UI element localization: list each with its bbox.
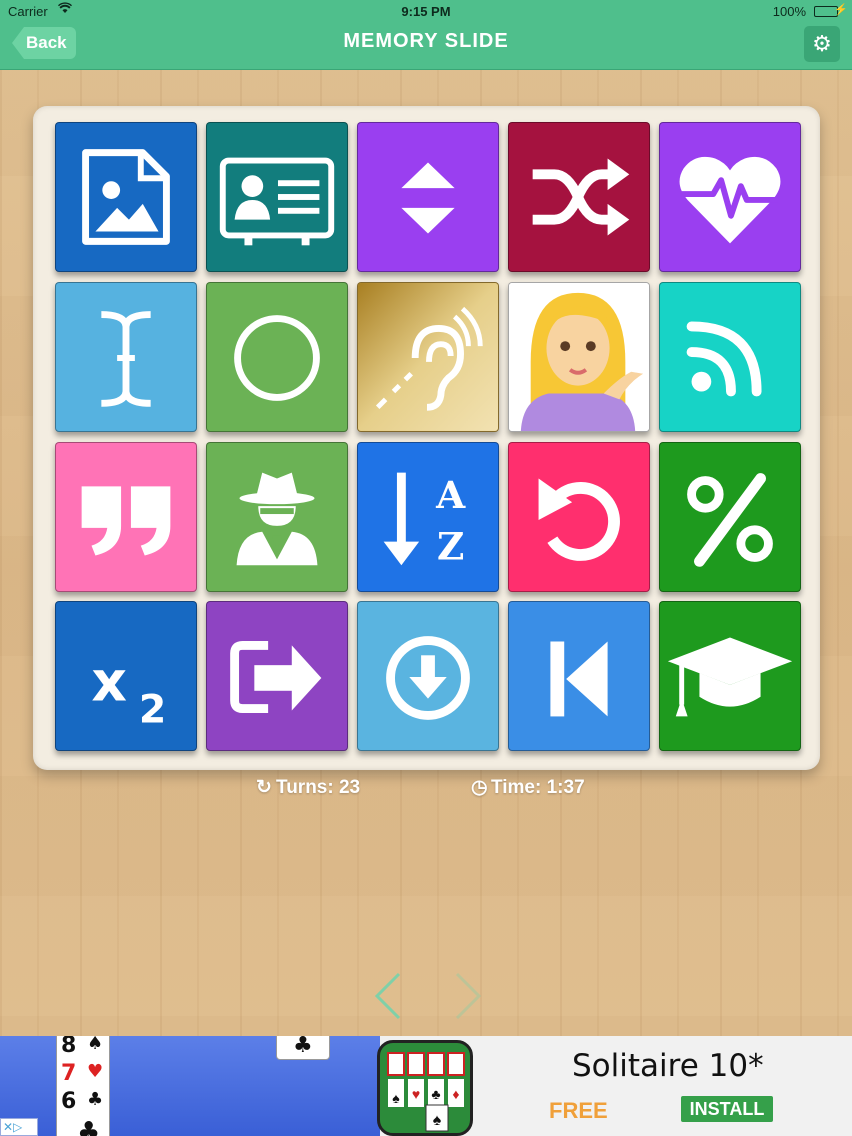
tile-sort-alpha[interactable]: A Z: [357, 442, 499, 592]
tile-deaf[interactable]: [357, 282, 499, 432]
graduation-cap-icon: [667, 637, 793, 717]
svg-text:♠: ♠: [433, 1112, 442, 1129]
turns-counter: ↻ Turns: 23: [256, 776, 360, 799]
ad-price: FREE: [549, 1098, 608, 1123]
chevron-left-icon[interactable]: [373, 970, 403, 1022]
clock: 9:15 PM: [401, 4, 451, 19]
page-title: MEMORY SLIDE: [343, 30, 509, 52]
timer: ◷ Time: 1:37: [471, 776, 585, 799]
time-label: Time: 1:37: [491, 777, 585, 798]
quote-right-icon: [81, 486, 171, 556]
text-cursor-icon: [101, 311, 151, 407]
settings-button[interactable]: ⚙: [804, 26, 840, 62]
sort-alpha-down-icon: A Z: [383, 472, 466, 568]
tile-rss[interactable]: [659, 282, 801, 432]
ad-choices-icon[interactable]: ✕▷: [0, 1118, 38, 1136]
undo-icon: [538, 478, 620, 561]
status-bar: Carrier 9:15 PM 100% ⚡: [0, 0, 852, 22]
svg-text:♠: ♠: [392, 1090, 400, 1106]
install-button[interactable]: INSTALL: [681, 1096, 773, 1122]
svg-text:♥: ♥: [412, 1086, 420, 1102]
rss-icon: [686, 321, 762, 397]
tile-download[interactable]: [357, 601, 499, 751]
file-image-icon: [82, 149, 170, 245]
game-board: A Z x 2: [33, 106, 820, 770]
turns-label: Turns: 23: [276, 777, 361, 798]
circle-icon: [234, 315, 320, 401]
tile-step-backward[interactable]: [508, 601, 650, 751]
tile-sign-out[interactable]: [206, 601, 348, 751]
card-rank-7: 7: [61, 1061, 77, 1086]
club-icon: ♣: [87, 1089, 104, 1110]
subscript-icon: x 2: [91, 651, 166, 733]
tile-undo[interactable]: [508, 442, 650, 592]
heartbeat-icon: [679, 156, 781, 244]
tile-quote[interactable]: [55, 442, 197, 592]
id-card-icon: [219, 157, 335, 246]
tile-id-card[interactable]: [206, 122, 348, 272]
sign-out-icon: [230, 641, 322, 713]
tile-woman-emoji[interactable]: [508, 282, 650, 432]
shuffle-icon: [532, 158, 630, 236]
tile-percent[interactable]: [659, 442, 801, 592]
club-icon: ♣: [77, 1117, 101, 1136]
club-icon: ♣: [293, 1036, 313, 1058]
tile-heartbeat[interactable]: [659, 122, 801, 272]
deaf-ear-icon: [358, 283, 498, 431]
battery-percentage: 100%: [772, 4, 806, 19]
svg-text:A: A: [435, 473, 466, 517]
svg-text:♦: ♦: [452, 1086, 459, 1102]
percent-icon: [687, 473, 773, 567]
solitaire-app-icon: ♠ ♥ ♣ ♦ ♠: [377, 1040, 473, 1136]
tile-file-image[interactable]: [55, 122, 197, 272]
svg-text:x: x: [91, 651, 127, 715]
clock-icon: ◷: [471, 777, 488, 798]
tile-text-cursor[interactable]: [55, 282, 197, 432]
chevron-right-icon[interactable]: [453, 970, 483, 1022]
tile-circle[interactable]: [206, 282, 348, 432]
ad-banner[interactable]: 8 ♠ 7 ♥ 6 ♣ ♣ ♣ ♠ ♥ ♣ ♦ ♠ Solitaire 10* …: [0, 1036, 852, 1136]
woman-tipping-hand-emoji: [509, 283, 649, 431]
tile-subscript[interactable]: x 2: [55, 601, 197, 751]
tile-shuffle[interactable]: [508, 122, 650, 272]
card-rank-6: 6: [61, 1089, 77, 1114]
nav-bar: Back MEMORY SLIDE ⚙: [0, 22, 852, 70]
svg-text:2: 2: [139, 686, 166, 732]
tile-user-secret[interactable]: [206, 442, 348, 592]
sort-updown-icon: [401, 162, 455, 234]
refresh-icon: ↻: [256, 777, 272, 798]
spade-icon: ♠: [87, 1036, 104, 1054]
card-rank-8: 8: [61, 1036, 77, 1058]
ad-app-name: Solitaire 10*: [572, 1048, 764, 1084]
game-stats: ↻ Turns: 23 ◷ Time: 1:37: [0, 774, 852, 800]
svg-text:Z: Z: [437, 524, 464, 568]
tile-graduation-cap[interactable]: [659, 601, 801, 751]
svg-text:♣: ♣: [431, 1086, 440, 1102]
download-circle-icon: [386, 636, 470, 720]
charging-icon: ⚡: [834, 4, 848, 16]
heart-icon: ♥: [87, 1061, 104, 1082]
tile-sort[interactable]: [357, 122, 499, 272]
ad-playing-card: 8 ♠ 7 ♥ 6 ♣ ♣: [56, 1036, 110, 1136]
gear-icon: ⚙: [812, 31, 832, 56]
user-secret-icon: [236, 472, 318, 566]
ad-playing-card: ♣: [276, 1036, 330, 1060]
step-backward-icon: [550, 641, 608, 717]
